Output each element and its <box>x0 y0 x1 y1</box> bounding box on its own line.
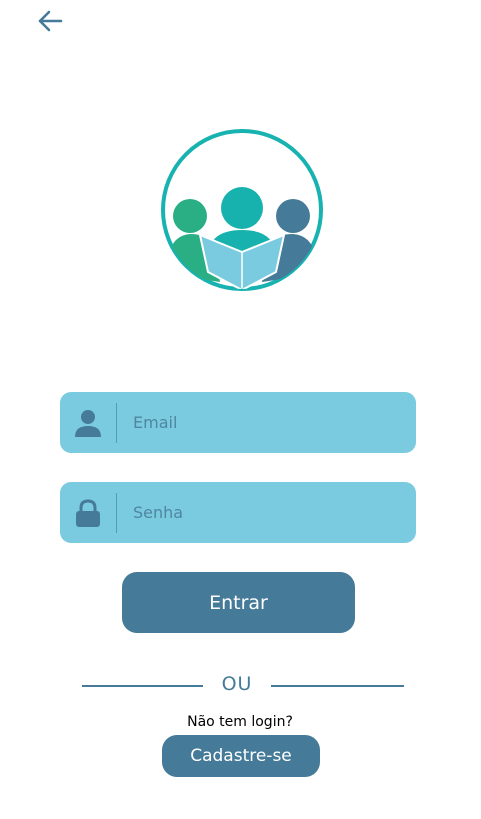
user-icon-wrapper <box>60 392 116 453</box>
password-input[interactable] <box>117 481 416 544</box>
login-button[interactable]: Entrar <box>122 572 355 633</box>
signup-prompt: Não tem login? <box>187 714 293 730</box>
group-people-icon <box>161 129 323 291</box>
lock-icon <box>76 498 100 527</box>
field-divider <box>116 492 117 533</box>
arrow-left-icon <box>38 10 63 32</box>
divider-line-right <box>271 685 404 687</box>
field-divider <box>116 402 117 443</box>
back-button[interactable] <box>34 6 66 36</box>
signup-button[interactable]: Cadastre-se <box>162 735 320 777</box>
password-field[interactable] <box>60 481 416 544</box>
lock-icon-wrapper <box>60 482 116 543</box>
or-label: OU <box>221 673 253 695</box>
divider-line-left <box>82 685 203 687</box>
user-icon <box>75 409 101 437</box>
email-input[interactable] <box>117 391 416 454</box>
email-field[interactable] <box>60 391 416 454</box>
app-logo <box>158 128 326 296</box>
or-divider: OU <box>82 672 404 700</box>
